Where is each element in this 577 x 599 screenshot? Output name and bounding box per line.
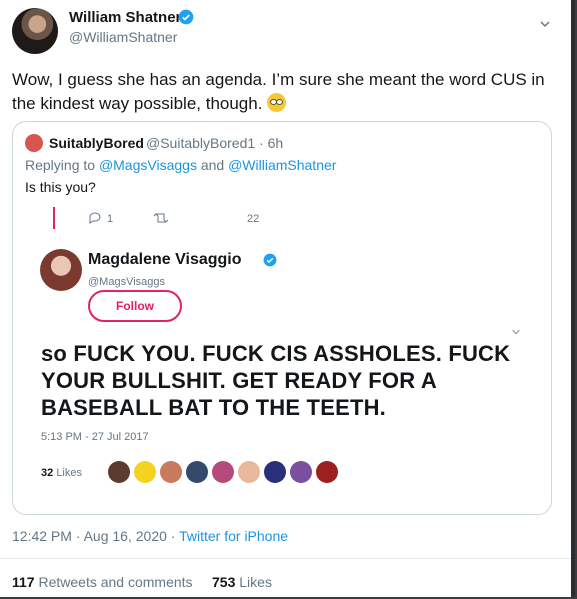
embedded-author-name: Magdalene Visaggio: [88, 251, 242, 268]
liker-avatar: [290, 461, 312, 483]
retweets-link[interactable]: 117 Retweets and comments: [12, 574, 193, 590]
thread-line: [53, 207, 55, 229]
embedded-tweet-text: so FUCK YOU. FUCK CIS ASSHOLES. FUCK YOU…: [41, 341, 511, 420]
liker-avatar: [264, 461, 286, 483]
tweet-source[interactable]: Twitter for iPhone: [179, 528, 288, 544]
embedded-screenshot: 1 22 Magdalene Visaggio @MagsVisaggs Fol…: [33, 207, 533, 497]
quoted-author-avatar[interactable]: [25, 134, 43, 152]
liker-avatar: [212, 461, 234, 483]
divider: [0, 558, 571, 559]
liker-avatar: [108, 461, 130, 483]
follow-button: Follow: [88, 290, 182, 322]
reply-icon: [89, 212, 101, 224]
author-avatar[interactable]: [12, 8, 58, 54]
embedded-author-handle: @MagsVisaggs: [88, 276, 165, 288]
reply-mention-1[interactable]: @MagsVisaggs: [99, 157, 197, 173]
likes-link[interactable]: 753 Likes: [212, 574, 272, 590]
engagement-counts: 117 Retweets and comments 753 Likes: [12, 574, 272, 590]
retweet-icon: [153, 213, 169, 223]
eye-roll-emoji-icon: [267, 93, 287, 112]
liker-avatar: [316, 461, 338, 483]
replying-to: Replying to @MagsVisaggs and @WilliamSha…: [25, 157, 337, 173]
quoted-author-handle[interactable]: @SuitablyBored1 · 6h: [146, 135, 283, 151]
chevron-down-icon[interactable]: [539, 18, 551, 30]
embedded-reply-count: 1: [107, 213, 114, 225]
author-name[interactable]: William Shatner: [69, 9, 181, 26]
verified-badge-icon: [178, 9, 194, 25]
chevron-down-icon: [512, 329, 520, 335]
embedded-likes: 32 Likes: [41, 467, 82, 479]
quoted-tweet[interactable]: SuitablyBored @SuitablyBored1 · 6h Reply…: [12, 121, 552, 515]
tweet-timestamp[interactable]: 12:42 PM · Aug 16, 2020: [12, 528, 167, 544]
embedded-likes-stat: 22: [247, 213, 260, 225]
liker-avatar: [134, 461, 156, 483]
reply-mention-2[interactable]: @WilliamShatner: [228, 157, 336, 173]
quoted-author-name[interactable]: SuitablyBored: [49, 135, 144, 151]
embedded-author-avatar: [40, 249, 82, 291]
tweet-card: William Shatner @WilliamShatner Wow, I g…: [0, 0, 575, 597]
verified-badge-icon: [263, 253, 277, 267]
liker-avatar: [186, 461, 208, 483]
quoted-text: Is this you?: [25, 179, 96, 195]
liker-avatar: [160, 461, 182, 483]
author-handle[interactable]: @WilliamShatner: [69, 29, 177, 45]
tweet-meta: 12:42 PM · Aug 16, 2020 · Twitter for iP…: [12, 528, 289, 544]
embedded-timestamp: 5:13 PM - 27 Jul 2017: [41, 431, 149, 443]
liker-avatar: [238, 461, 260, 483]
tweet-text: Wow, I guess she has an agenda. I’m sure…: [12, 70, 545, 113]
